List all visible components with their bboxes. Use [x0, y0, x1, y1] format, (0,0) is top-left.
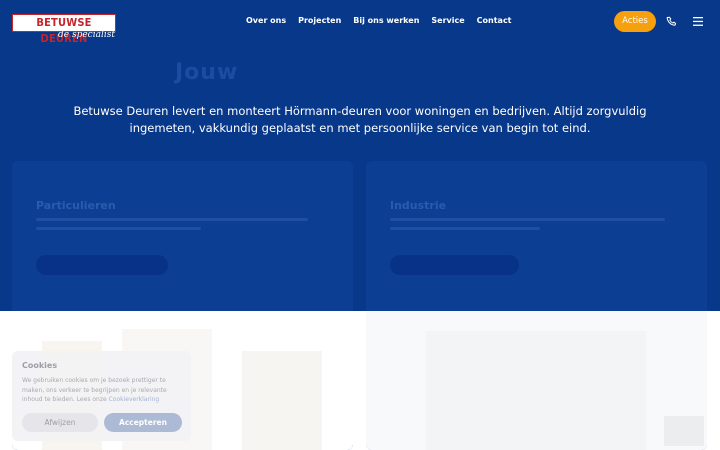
logo-tagline: de specialist — [58, 30, 115, 40]
main-menu: Over ons Projecten Bij ons werken Servic… — [246, 16, 512, 25]
hero-intro-text: Betuwse Deuren levert en monteert Hörman… — [73, 104, 647, 135]
hero-title: Jouw — [175, 60, 239, 85]
nav-item-bij-ons-werken[interactable]: Bij ons werken — [353, 16, 419, 25]
card-cta-button[interactable] — [390, 255, 519, 275]
phone-icon[interactable] — [666, 16, 678, 28]
nav-item-service[interactable]: Service — [431, 16, 464, 25]
top-navigation: BETUWSE DEUREN de specialist Over ons Pr… — [0, 0, 720, 45]
accept-cookies-button[interactable]: Accepteren — [104, 413, 182, 432]
cookie-policy-link[interactable]: Cookieverklaring — [109, 396, 160, 403]
brand-logo[interactable]: BETUWSE DEUREN de specialist — [12, 14, 116, 45]
card-industrie[interactable]: Industrie — [366, 161, 707, 450]
reject-cookies-button[interactable]: Afwijzen — [22, 413, 98, 432]
card-cta-button[interactable] — [36, 255, 168, 275]
acties-button[interactable]: Acties — [614, 11, 656, 32]
card-description — [390, 218, 665, 230]
hamburger-icon[interactable] — [693, 17, 703, 26]
nav-item-over-ons[interactable]: Over ons — [246, 16, 286, 25]
cookie-banner: Cookies We gebruiken cookies om je bezoe… — [12, 351, 191, 441]
cookie-title: Cookies — [22, 361, 58, 370]
card-description — [36, 218, 308, 230]
card-photo — [366, 311, 707, 450]
cookie-text: We gebruiken cookies om je bezoek pretti… — [22, 376, 184, 405]
card-title: Particulieren — [36, 199, 116, 212]
nav-item-contact[interactable]: Contact — [477, 16, 512, 25]
nav-item-projecten[interactable]: Projecten — [298, 16, 341, 25]
card-title: Industrie — [390, 199, 447, 212]
